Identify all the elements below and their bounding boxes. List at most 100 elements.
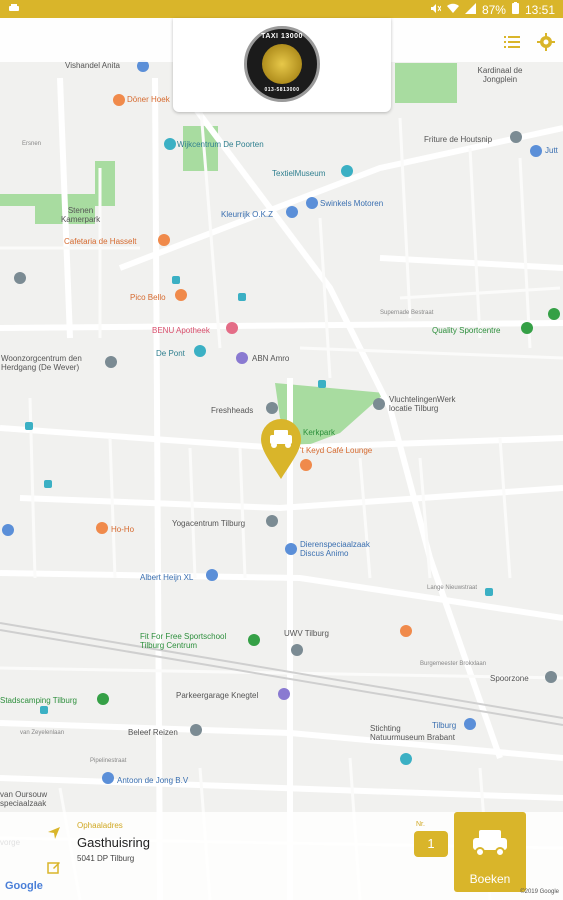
transit-stop-icon[interactable] [485,588,493,596]
map-label-freshheads[interactable]: Freshheads [211,406,253,415]
sports-pin-icon[interactable] [548,308,560,320]
museum-pin-icon[interactable] [341,165,353,177]
taxi-icon [473,830,507,857]
shop-pin-icon[interactable] [306,197,318,209]
museum-pin-icon[interactable] [400,753,412,765]
sports-pin-icon[interactable] [521,322,533,334]
map-label-vanourou[interactable]: van Oursouw speciaalzaak [0,790,68,808]
map-label-abn[interactable]: ABN Amro [252,354,289,363]
pickup-marker[interactable] [259,418,303,480]
map-label-kardinaal[interactable]: Kardinaal de Jongplein [470,66,530,84]
map-label-beleef[interactable]: Beleef Reizen [128,728,178,737]
mute-icon [430,3,442,17]
map-label-textielmuseum[interactable]: TextielMuseum [272,169,325,178]
settings-gear-icon[interactable] [537,33,555,51]
map-label-parkeer[interactable]: Parkeergarage Knegtel [176,691,258,700]
community-pin-icon[interactable] [164,138,176,150]
pickup-city: 5041 DP Tilburg [77,854,135,863]
map-label-antoon[interactable]: Antoon de Jong B.V [117,776,188,785]
museum-pin-icon[interactable] [194,345,206,357]
place-pin-icon[interactable] [373,398,385,410]
map-label-albert[interactable]: Albert Heijn XL [140,573,193,582]
map-label-swinkels[interactable]: Swinkels Motoren [320,199,383,208]
shop-pin-icon[interactable] [286,206,298,218]
map-label-spoorzone[interactable]: Spoorzone [490,674,529,683]
map-label-uwv[interactable]: UWV Tilburg [284,629,329,638]
station-pin-icon[interactable] [464,718,476,730]
restaurant-pin-icon[interactable] [158,234,170,246]
taxi-count-button[interactable]: 1 [414,831,448,857]
map-label-doner[interactable]: Döner Hoek [127,95,170,104]
street-label: van Zeyelenlaan [20,730,65,736]
bank-pin-icon[interactable] [236,352,248,364]
shop-pin-icon[interactable] [102,772,114,784]
transit-stop-icon[interactable] [25,422,33,430]
battery-icon [511,2,519,17]
food-pin-icon[interactable] [510,131,522,143]
camping-pin-icon[interactable] [97,693,109,705]
place-pin-icon[interactable] [266,515,278,527]
pharmacy-pin-icon[interactable] [226,322,238,334]
street-label: Lange Nieuwstraat [427,585,478,591]
restaurant-pin-icon[interactable] [96,522,108,534]
shop-pin-icon[interactable] [2,524,14,536]
list-icon[interactable] [503,33,521,51]
status-bar: 87% 13:51 [0,0,563,18]
restaurant-pin-icon[interactable] [113,94,125,106]
parking-pin-icon[interactable] [278,688,290,700]
transit-stop-icon[interactable] [238,293,246,301]
map-label-kerkpark[interactable]: Kerkpark [303,428,335,437]
restaurant-pin-icon[interactable] [175,289,187,301]
app-root: 87% 13:51 Vishandel Anita Döner Hoek Kar… [0,0,563,900]
signal-icon [464,2,476,17]
place-pin-icon[interactable] [190,724,202,736]
shop-pin-icon[interactable] [530,145,542,157]
map-label-depont[interactable]: De Pont [156,349,185,358]
shop-pin-icon[interactable] [285,543,297,555]
locate-arrow-icon[interactable] [47,826,61,840]
map-label-cafetaria[interactable]: Cafetaria de Hasselt [64,237,136,246]
map-label-dieren[interactable]: Dierenspeciaalzaak Discus Animo [300,540,395,558]
place-pin-icon[interactable] [105,356,117,368]
transit-stop-icon[interactable] [40,706,48,714]
logo-top-text: TAXI 13000 [261,33,303,40]
map-label-yoga[interactable]: Yogacentrum Tilburg [172,519,245,528]
map-label-stenen[interactable]: Stenen Kamerpark [58,206,103,224]
street-label: Pipelinestraat [90,758,127,764]
book-button-label: Boeken [469,872,511,886]
sports-pin-icon[interactable] [248,634,260,646]
transit-stop-icon[interactable] [172,276,180,284]
map-label-vishandel[interactable]: Vishandel Anita [65,61,120,70]
pickup-street[interactable]: Gasthuisring [77,835,150,850]
map-label-quality[interactable]: Quality Sportcentre [432,326,500,335]
map-label-jutt[interactable]: Jutt [545,146,558,155]
street-label: Supernade Bestraat [380,310,434,316]
place-pin-icon[interactable] [291,644,303,656]
clock: 13:51 [524,2,555,17]
battery-text: 87% [481,2,506,17]
map-label-hoho[interactable]: Ho-Ho [111,525,134,534]
book-button[interactable]: Boeken [454,812,526,892]
map-label-benu[interactable]: BENU Apotheek [152,326,210,335]
restaurant-pin-icon[interactable] [400,625,412,637]
map-label-tilburg[interactable]: Tilburg [432,721,456,730]
edit-pencil-icon[interactable] [47,860,61,874]
map-label-tkeyd[interactable]: 't Keyd Café Lounge [300,446,372,455]
map-label-wijkcentrum[interactable]: Wijkcentrum De Poorten [177,140,264,149]
pickup-address-label: Ophaaladres [77,821,123,830]
place-pin-icon[interactable] [266,402,278,414]
transit-stop-icon[interactable] [318,380,326,388]
map-label-friture[interactable]: Friture de Houtsnip [424,135,492,144]
map-label-kleurrijk[interactable]: Kleurrijk O.K.Z [221,210,273,219]
transit-stop-icon[interactable] [44,480,52,488]
shop-pin-icon[interactable] [206,569,218,581]
map-label-pico[interactable]: Pico Bello [130,293,166,302]
logo-card: TAXI 13000 013-5813000 [173,18,391,112]
place-pin-icon[interactable] [545,671,557,683]
map-label-fitforfree[interactable]: Fit For Free Sportschool Tilburg Centrum [140,632,250,650]
map-label-woonzorg[interactable]: Woonzorgcentrum den Herdgang (De Wever) [1,354,103,372]
street-label: Ersnen [22,141,42,147]
map-label-vluchtelingen[interactable]: VluchtelingenWerk locatie Tilburg [389,395,479,413]
place-pin-icon[interactable] [14,272,26,284]
map-label-stadscamping[interactable]: Stadscamping Tilburg [0,696,77,705]
